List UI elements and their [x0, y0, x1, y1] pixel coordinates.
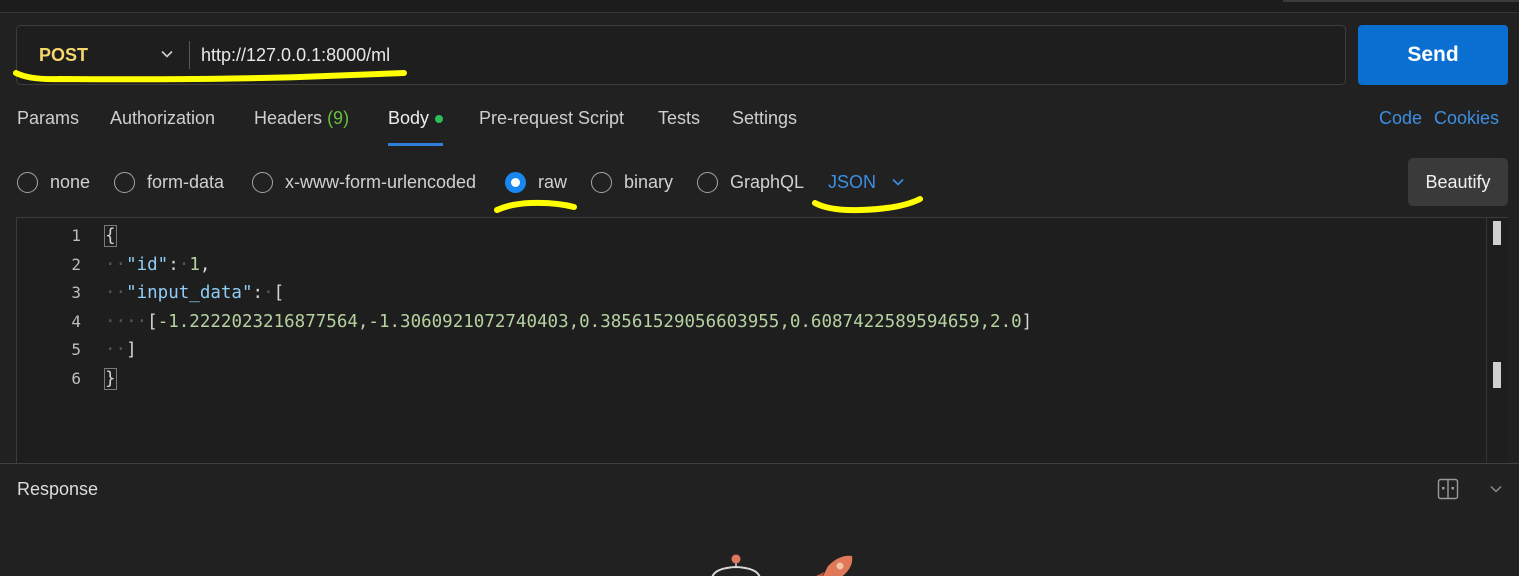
tab-label: Pre-request Script — [479, 108, 625, 128]
top-right-stub — [1283, 0, 1519, 2]
radio-label: GraphQL — [730, 171, 805, 192]
body-modified-dot — [435, 115, 444, 124]
tab-label: Params — [17, 108, 80, 128]
body-type-selector: none form-data x-www-form-urlencoded raw… — [0, 158, 1519, 206]
json-number: 1 — [189, 254, 200, 275]
split-layout-icon[interactable] — [1437, 478, 1459, 500]
chevron-down-icon — [161, 50, 173, 58]
response-title: Response — [17, 479, 99, 499]
beautify-button[interactable]: Beautify — [1408, 158, 1508, 206]
line-number: 2 — [71, 254, 81, 274]
url-divider — [189, 41, 190, 69]
radio-label: x-www-form-urlencoded — [285, 171, 477, 192]
method-selector[interactable]: POST — [17, 26, 189, 84]
tab-label: Tests — [658, 108, 701, 128]
tab-label: Settings — [732, 108, 798, 128]
cookies-link[interactable]: Cookies — [1434, 108, 1499, 129]
line-number: 4 — [71, 311, 81, 331]
radio-label: none — [50, 171, 91, 192]
radio-icon — [17, 171, 38, 193]
line-number: 5 — [71, 340, 81, 359]
code-line: ····[-1.2222023216877564,-1.306092107274… — [105, 311, 1033, 332]
code-line: { — [104, 222, 1032, 251]
pane-divider[interactable] — [0, 463, 1519, 464]
radio-label: form-data — [147, 171, 225, 192]
code-line: } — [104, 365, 1032, 394]
response-illustration — [711, 554, 853, 576]
url-input[interactable] — [201, 40, 1301, 70]
tab-label: Authorization — [110, 108, 216, 128]
line-number: 3 — [71, 283, 81, 302]
astronaut-icon — [711, 554, 761, 576]
radio-x-www-form-urlencoded[interactable]: x-www-form-urlencoded — [252, 171, 476, 193]
raw-format-dropdown[interactable]: JSON — [828, 171, 906, 193]
code-line: ··"id":·1, — [105, 254, 211, 275]
line-number: 1 — [71, 226, 81, 245]
body-editor[interactable]: 1 2 3 4 5 6 { ··"id":·1, ··"input_data":… — [16, 217, 1508, 463]
tab-settings[interactable]: Settings — [732, 108, 797, 146]
json-close-brace: } — [104, 367, 117, 390]
code-content: { ··"id":·1, ··"input_data":·[ ····[-1.2… — [104, 222, 1033, 394]
radio-graphql[interactable]: GraphQL — [697, 171, 804, 193]
tab-params[interactable]: Params — [17, 108, 79, 146]
tab-label: Body — [388, 108, 430, 128]
radio-raw[interactable]: raw — [505, 171, 567, 193]
json-array-values: -1.2222023216877564,-1.3060921072740403,… — [157, 311, 1022, 332]
window-top-strip — [0, 0, 1519, 13]
json-key: "input_data" — [126, 283, 253, 303]
tab-headers[interactable]: Headers (9) — [254, 108, 349, 146]
tab-tests[interactable]: Tests — [658, 108, 700, 146]
raw-format-label: JSON — [828, 171, 877, 192]
radio-label: binary — [624, 171, 674, 192]
tab-body[interactable]: Body — [388, 108, 444, 146]
line-number-gutter: 1 2 3 4 5 6 — [17, 222, 81, 393]
json-key: "id" — [126, 254, 169, 275]
request-tabs: Params Authorization Headers (9) Body Pr… — [0, 108, 1519, 148]
radio-icon — [114, 171, 135, 193]
chevron-down-icon — [892, 178, 904, 186]
radio-form-data[interactable]: form-data — [114, 171, 224, 193]
code-line: ··"input_data":·[ — [105, 283, 285, 303]
radio-none[interactable]: none — [17, 171, 90, 193]
editor-scrollbar[interactable] — [1486, 218, 1508, 463]
radio-binary[interactable]: binary — [591, 171, 673, 193]
tab-pre-request-script[interactable]: Pre-request Script — [479, 108, 624, 146]
radio-icon — [697, 171, 718, 193]
scrollbar-marker — [1493, 221, 1501, 245]
radio-label: raw — [538, 171, 568, 192]
method-label: POST — [39, 44, 89, 65]
request-url-bar: POST — [16, 25, 1346, 85]
radio-icon — [591, 171, 612, 193]
line-number: 6 — [71, 368, 81, 388]
scrollbar-thumb[interactable] — [1493, 362, 1501, 388]
radio-icon — [252, 171, 273, 193]
rocket-icon — [816, 555, 853, 576]
headers-count: (9) — [327, 108, 350, 128]
code-link[interactable]: Code — [1379, 108, 1422, 129]
code-line: ··] — [105, 340, 137, 360]
send-button[interactable]: Send — [1358, 25, 1508, 85]
tab-label: Headers — [254, 108, 323, 128]
collapse-chevron-icon[interactable] — [1488, 481, 1504, 497]
json-open-brace: { — [104, 225, 117, 247]
radio-icon — [505, 171, 526, 193]
tab-authorization[interactable]: Authorization — [110, 108, 215, 146]
